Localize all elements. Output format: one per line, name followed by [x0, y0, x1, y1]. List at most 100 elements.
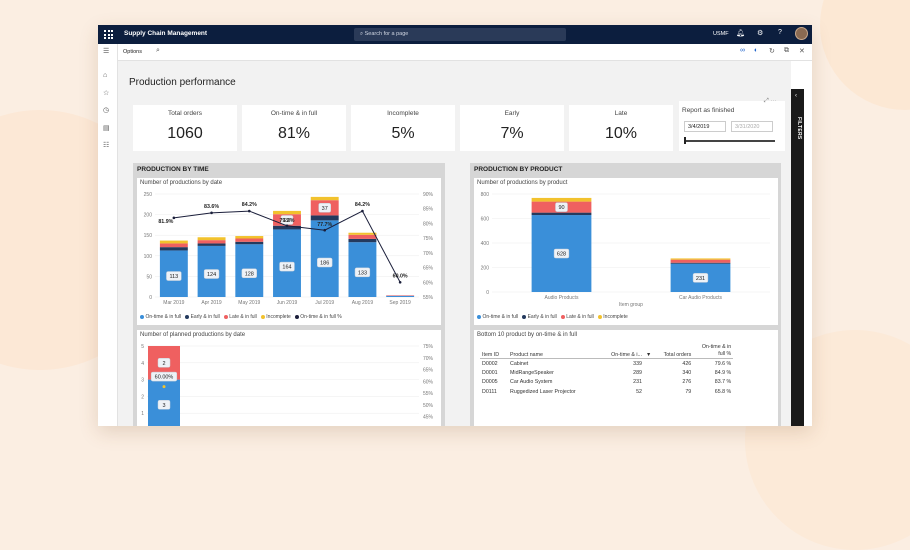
bar-segment [159, 243, 188, 248]
date-slicer: ⤢ ⋯ Report as finished 3/4/2019 3/31/202… [679, 98, 785, 151]
column-header[interactable]: Product name [508, 344, 600, 359]
kpi-late[interactable]: Late 10% [569, 105, 673, 151]
slicer-handle[interactable] [684, 137, 686, 144]
bar-segment [348, 234, 377, 239]
table-header-row: Item ID Product name On-time & i... ▼ To… [480, 344, 734, 359]
help-icon[interactable]: ? [778, 29, 782, 36]
kpi-label: Late [614, 110, 628, 117]
end-date-input[interactable]: 3/31/2020 [731, 121, 773, 132]
line-point [361, 209, 364, 213]
workspaces-icon[interactable]: ▤ [103, 124, 110, 132]
sort-desc-icon[interactable]: ▼ [644, 344, 654, 359]
y-tick-label: 100 [144, 254, 153, 260]
x-tick-label: Apr 2019 [201, 300, 222, 306]
close-icon[interactable]: ✕ [799, 47, 805, 55]
search-box[interactable]: ⌕ Search for a page [354, 28, 566, 41]
chart-card-planned[interactable]: Number of planned productions by date 01… [137, 330, 441, 426]
link-icon[interactable]: ∞ [740, 47, 745, 54]
panel-title: PRODUCTION BY TIME [137, 166, 209, 173]
table-cell: 340 [682, 369, 692, 376]
legend-item: On-time & in full [140, 314, 181, 320]
column-header[interactable]: On-time & in full % [693, 344, 734, 359]
spacer-cell [644, 387, 653, 397]
table-row[interactable]: D0005 Car Audio System 231 276 83.7 % [480, 378, 733, 388]
column-header[interactable]: Item ID [480, 344, 508, 359]
refresh-icon[interactable]: ↻ [769, 47, 775, 55]
kpi-total-orders[interactable]: Total orders 1060 [133, 105, 237, 151]
bar-segment [197, 240, 226, 244]
kpi-label: Incomplete [387, 110, 419, 117]
kpi-on-time[interactable]: On-time & in full 81% [242, 105, 346, 151]
column-header[interactable]: On-time & i... [600, 344, 644, 359]
y2-tick-label: 45% [423, 415, 434, 421]
chart-planned-productions[interactable]: 01234540%45%50%55%60%65%70%75%3260.00% [137, 330, 441, 426]
filters-pane[interactable]: ‹ FILTERS [791, 89, 804, 426]
chart-card-by-date[interactable]: Number of productions by date 0 50 100 150 2… [137, 178, 441, 325]
bottom10-table[interactable]: Item ID Product name On-time & i... ▼ To… [480, 344, 734, 397]
x-tick-label: Jul 2019 [315, 300, 334, 306]
slicer-track[interactable] [686, 140, 775, 142]
table-row[interactable]: D0002 Cabinet 339 426 79.6 % [480, 359, 733, 369]
chart-title: Number of productions by product [477, 180, 568, 186]
chevron-left-icon[interactable]: ‹ [795, 93, 797, 99]
office-icon[interactable]: ◐ [754, 47, 758, 54]
chart-productions-by-product[interactable]: 0 200 400 600 800 Audio Products 628 90 Car Audi… [474, 178, 778, 325]
table-cell: D0111 [482, 388, 497, 395]
table-row[interactable]: D0001 MidRangeSpeaker 289 340 84.9 % [480, 368, 733, 378]
open-new-icon[interactable]: ⧉ [784, 47, 789, 55]
y-tick-label: 5 [141, 344, 144, 350]
bar-segment [235, 236, 264, 239]
options-bar: Options ⌕ ∞ ◐ ↻ ⧉ ✕ [98, 44, 812, 61]
x-tick-label: Mar 2019 [163, 300, 184, 306]
report-canvas: Production performance Total orders 1060 … [118, 61, 791, 426]
modules-icon[interactable]: ☷ [103, 141, 109, 149]
table-cell: 339 [633, 360, 642, 367]
legend-item: Early & in full [185, 314, 220, 320]
kpi-label: Early [504, 110, 520, 117]
x-tick-label: Sep 2019 [389, 300, 411, 306]
recent-icon[interactable]: ◷ [103, 106, 109, 114]
y-tick-label: 1 [141, 411, 144, 417]
bar-segment [531, 197, 592, 202]
kpi-incomplete[interactable]: Incomplete 5% [351, 105, 455, 151]
table-card-bottom10[interactable]: Bottom 10 product by on-time & in full I… [474, 330, 778, 426]
y2-tick-label: 55% [423, 295, 434, 301]
options-menu[interactable]: Options [123, 49, 142, 55]
table-cell: 84.9 % [714, 369, 732, 376]
y-tick-label: 250 [144, 192, 153, 198]
column-header[interactable]: Total orders [653, 344, 694, 359]
star-icon[interactable]: ☆ [103, 89, 109, 97]
app-title: Supply Chain Management [124, 30, 208, 37]
chart-legend[interactable]: On-time & in full Early & in full Late & i… [140, 314, 346, 320]
search-icon[interactable]: ⌕ [156, 47, 160, 55]
home-icon[interactable]: ⌂ [103, 72, 107, 79]
app-launcher-icon[interactable] [104, 30, 113, 39]
start-date-input[interactable]: 3/4/2019 [684, 121, 726, 132]
bar-segment [310, 215, 339, 221]
table-cell: 52 [636, 388, 642, 395]
y-tick-label: 2 [141, 394, 144, 400]
avatar[interactable] [795, 27, 808, 40]
line-data-label: 79.2% [279, 218, 294, 224]
hamburger-icon[interactable]: ☰ [103, 47, 109, 55]
gear-icon[interactable]: ⚙ [757, 29, 763, 37]
chart-productions-by-date[interactable]: 0 50 100 150 200 250 Mar 2019 113 Apr 2019 124 May… [137, 178, 441, 325]
visual-tools-icon[interactable]: ⤢ ⋯ [764, 98, 776, 105]
chart-legend[interactable]: On-time & in full Early & in full Late & i… [477, 314, 632, 320]
kpi-value: 10% [604, 125, 638, 142]
kpi-early[interactable]: Early 7% [460, 105, 564, 151]
bar-segment [386, 295, 415, 296]
spacer-cell [644, 359, 653, 369]
legend-item: Late & in full [560, 314, 594, 320]
company-picker[interactable]: USMF [713, 31, 729, 37]
table-cell: Car Audio System [510, 379, 553, 386]
table-row[interactable]: D0111 Ruggedized Laser Projector 52 79 65.8 … [480, 387, 733, 397]
legend-item: Late & in full [223, 314, 257, 320]
legend-item: Early & in full [522, 314, 557, 320]
y2-tick-label: 90% [423, 192, 434, 198]
chart-card-by-product[interactable]: Number of productions by product 0 200 400… [474, 178, 778, 325]
table-cell: D0001 [482, 369, 498, 376]
line-data-label: 60.0% [393, 273, 408, 279]
bell-icon[interactable]: 🔔︎ [736, 29, 745, 37]
y2-tick-label: 70% [423, 356, 434, 362]
